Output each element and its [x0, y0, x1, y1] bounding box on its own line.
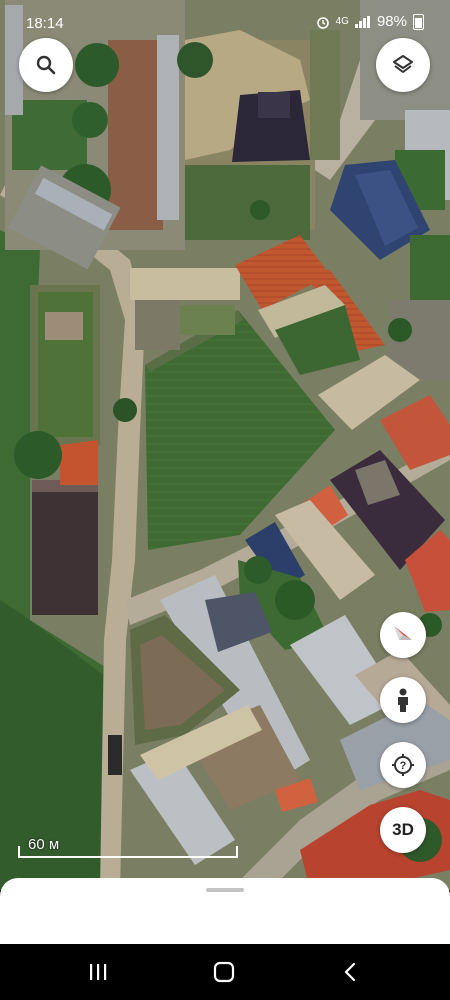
back-icon [344, 962, 356, 982]
location-target-icon: ? [392, 754, 414, 776]
signal-icon [354, 15, 371, 28]
status-time: 18:14 [26, 15, 64, 32]
status-indicators: 4G 98% [316, 13, 424, 30]
alarm-icon [316, 16, 329, 29]
scale-bar-line [18, 846, 238, 858]
battery-percent: 98% [376, 13, 407, 30]
layers-button[interactable] [376, 38, 430, 92]
search-icon [36, 55, 56, 75]
street-view-button[interactable] [380, 677, 426, 723]
map-scale-bar: 60 м [18, 836, 238, 858]
system-navigation-bar [0, 944, 450, 1000]
sheet-drag-handle[interactable] [206, 888, 244, 892]
network-type: 4G [335, 16, 349, 27]
recent-apps-button[interactable] [78, 958, 118, 986]
home-icon [213, 961, 235, 983]
svg-text:?: ? [400, 760, 407, 772]
home-button[interactable] [204, 958, 244, 986]
search-button[interactable] [19, 38, 73, 92]
battery-icon [413, 13, 424, 30]
back-button[interactable] [330, 958, 370, 986]
layers-icon [393, 55, 413, 73]
pegman-icon [398, 688, 408, 712]
view-3d-button[interactable]: 3D [380, 807, 426, 853]
compass-icon [394, 626, 412, 640]
my-location-button[interactable]: ? [380, 742, 426, 788]
recent-apps-icon [90, 964, 107, 980]
compass-button[interactable] [380, 612, 426, 658]
bottom-sheet[interactable] [0, 878, 450, 944]
view-3d-label: 3D [392, 820, 414, 839]
status-bar: 18:14 4G 98% [0, 0, 450, 44]
